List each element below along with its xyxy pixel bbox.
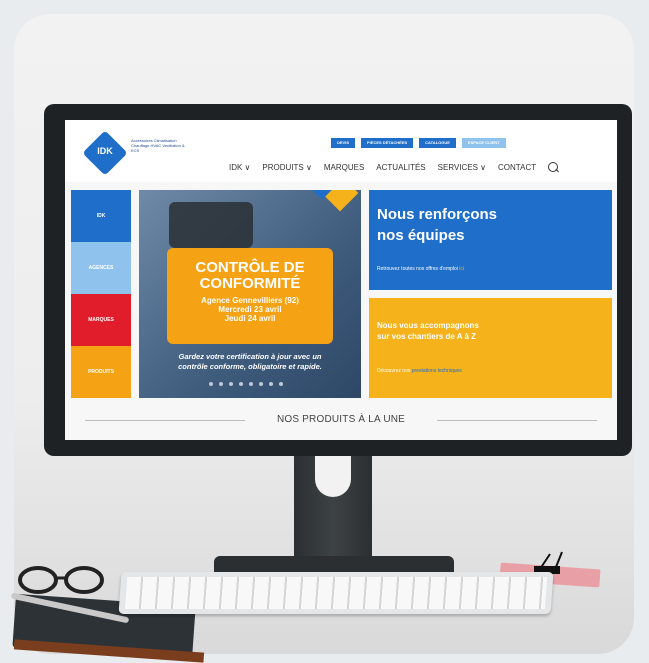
promo-recruitment-link[interactable]: ici [459,266,464,272]
devis-button[interactable]: DEVIS [331,138,356,148]
hero-line-1: Agence Gennevilliers (92) [201,296,299,305]
binder-clip-icon [532,548,572,574]
pieces-detachees-button[interactable]: PIÈCES DÉTACHÉES [361,138,414,148]
main-nav: IDK ∨ PRODUITS ∨ MARQUES ACTUALITÉS SERV… [229,162,559,172]
promo-support-title: Nous vous accompagnons sur vos chantiers… [377,321,479,341]
hero-device-image [169,202,253,248]
side-item-agences[interactable]: AGENCES [71,242,131,294]
hero-title: CONTRÔLE DE CONFORMITÉ [195,259,305,292]
search-icon[interactable] [548,162,559,172]
top-buttons: DEVIS PIÈCES DÉTACHÉES CATALOGUE ESPACE … [331,138,506,148]
nav-item-actualites[interactable]: ACTUALITÉS [376,163,425,172]
promo-support-body: Découvrez nos [377,368,411,374]
hero-slider[interactable]: CONTRÔLE DE CONFORMITÉ Agence Gennevilli… [139,190,361,398]
espace-client-button[interactable]: ESPACE CLIENT [461,138,506,148]
website-screen: IDK Accessoires Climatisation Chauffage … [65,120,617,440]
promo-recruitment-body: Retrouvez toutes nos offres d'emploi [377,266,458,272]
slider-dot[interactable] [269,382,273,386]
section-divider-right [437,420,597,421]
side-menu: IDK AGENCES MARQUES PRODUITS [71,190,131,398]
site-header: IDK Accessoires Climatisation Chauffage … [65,120,617,182]
nav-item-contact[interactable]: CONTACT [498,163,536,172]
slider-dot[interactable] [229,382,233,386]
hero-line-3: Jeudi 24 avril [224,314,276,323]
keyboard-illustration [118,572,554,614]
promo-recruitment-text: Retrouvez toutes nos offres d'emploi ici [377,266,464,272]
nav-item-marques[interactable]: MARQUES [324,163,364,172]
promo-support-text: Découvrez nos prestations techniques [377,368,462,374]
slider-dot[interactable] [209,382,213,386]
logo-text: IDK [97,146,113,156]
slider-dots [209,382,283,386]
nav-item-services[interactable]: SERVICES ∨ [438,163,486,172]
hero-banner: CONTRÔLE DE CONFORMITÉ Agence Gennevilli… [167,248,333,344]
monitor-stand-cutout [315,455,351,497]
side-item-marques[interactable]: MARQUES [71,294,131,346]
hero-caption: Gardez votre certification à jour avec u… [178,352,322,371]
side-item-idk[interactable]: IDK [71,190,131,242]
catalogue-button[interactable]: CATALOGUE [419,138,456,148]
logo-tagline: Accessoires Climatisation Chauffage HVAC… [131,138,185,153]
slider-dot[interactable] [249,382,253,386]
nav-item-idk[interactable]: IDK ∨ [229,163,250,172]
hero-line-2: Mercredi 23 avril [218,305,282,314]
slider-dot[interactable] [239,382,243,386]
nav-item-produits[interactable]: PRODUITS ∨ [262,163,311,172]
promo-support-link[interactable]: prestations techniques [412,368,462,374]
promo-recruitment-title: Nous renforçons nos équipes [377,206,498,244]
promo-support[interactable]: Nous vous accompagnons sur vos chantiers… [369,298,612,398]
promo-recruitment[interactable]: Nous renforçons nos équipes Retrouvez to… [369,190,612,290]
side-item-produits[interactable]: PRODUITS [71,346,131,398]
slider-dot[interactable] [259,382,263,386]
slider-dot[interactable] [279,382,283,386]
slider-dot[interactable] [219,382,223,386]
